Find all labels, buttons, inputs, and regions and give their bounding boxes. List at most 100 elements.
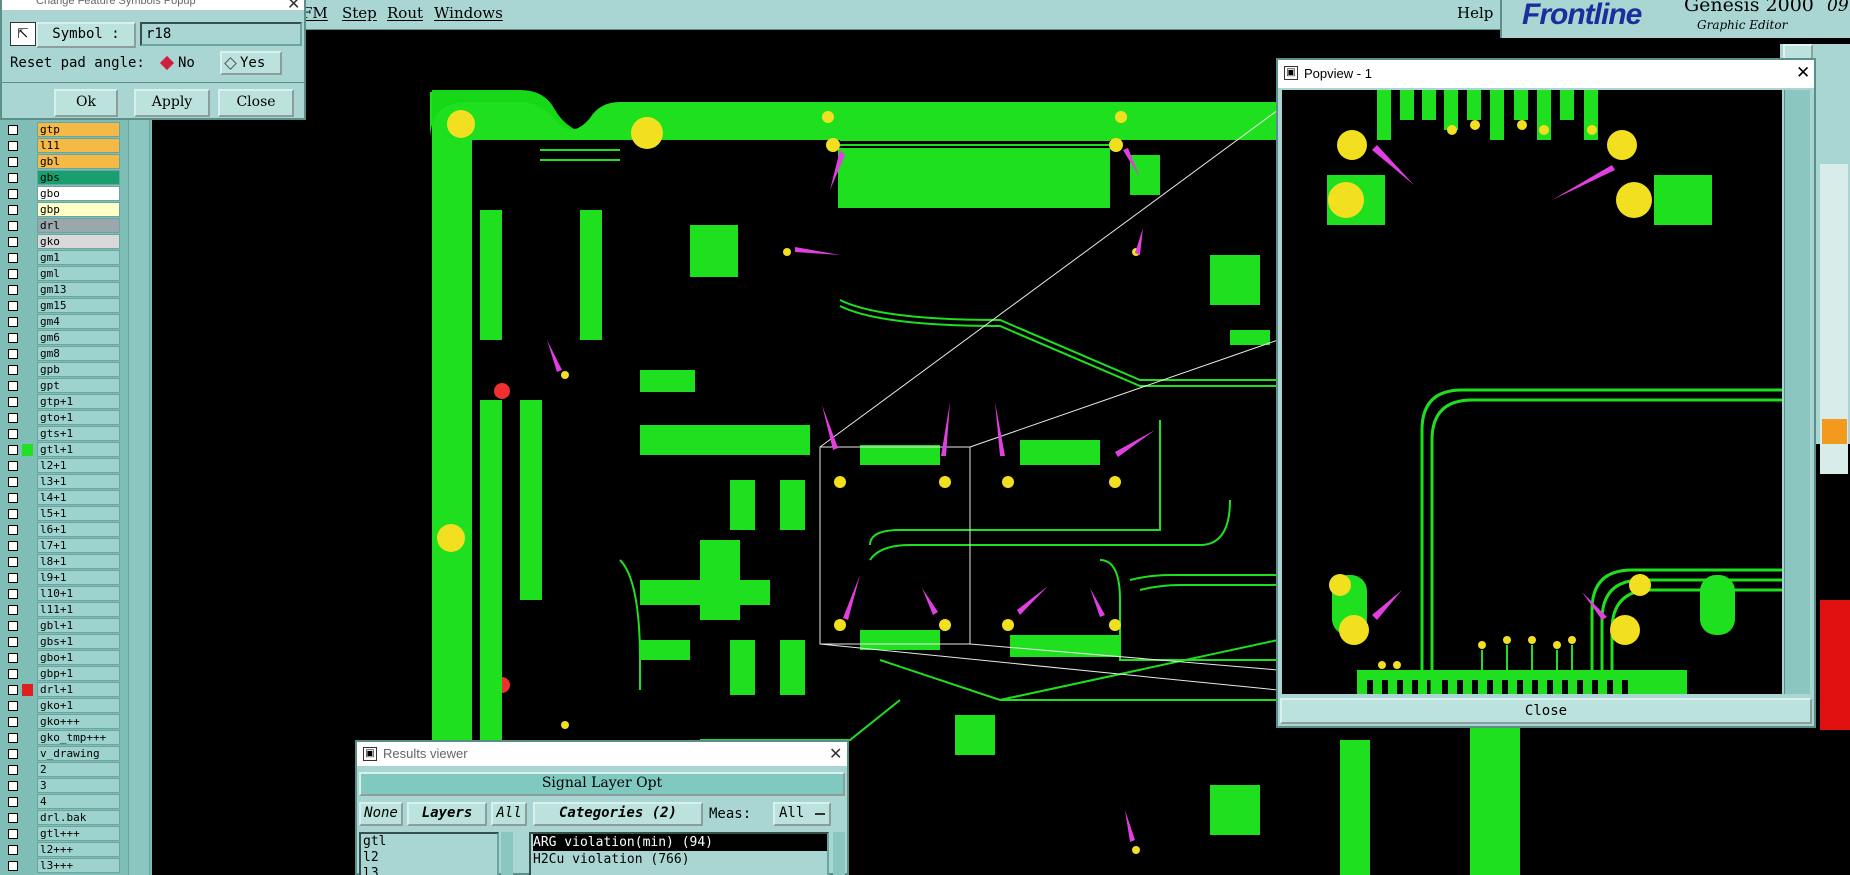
layer-name[interactable]: gm8 <box>37 346 120 361</box>
menu-step[interactable]: Step <box>342 4 377 22</box>
layer-row[interactable]: l6+1 <box>0 522 120 537</box>
layer-checkbox[interactable] <box>8 749 18 759</box>
layer-row[interactable]: gbp <box>0 202 120 217</box>
layer-checkbox[interactable] <box>8 253 18 263</box>
layer-row[interactable]: l3+1 <box>0 474 120 489</box>
layer-name[interactable]: l2+1 <box>37 458 120 473</box>
layer-row[interactable]: gko+++ <box>0 714 120 729</box>
list-item[interactable]: H2Cu violation (766) <box>533 851 827 868</box>
radio-no-selected-icon[interactable] <box>159 55 175 71</box>
layer-row[interactable]: v_drawing <box>0 746 120 761</box>
layer-row[interactable]: gto+1 <box>0 410 120 425</box>
layer-name[interactable]: l11+1 <box>37 602 120 617</box>
layer-name[interactable]: gtl+++ <box>37 826 120 841</box>
layer-checkbox[interactable] <box>8 141 18 151</box>
layer-checkbox[interactable] <box>8 685 18 695</box>
layer-row[interactable]: gml <box>0 266 120 281</box>
layer-name[interactable]: gm13 <box>37 282 120 297</box>
list-item[interactable]: l2 <box>363 850 497 866</box>
layer-name[interactable]: gbs+1 <box>37 634 120 649</box>
layer-name[interactable]: l2+++ <box>37 842 120 857</box>
layer-checkbox[interactable] <box>8 861 18 871</box>
layer-row[interactable]: gtp <box>0 122 120 137</box>
layer-checkbox[interactable] <box>8 845 18 855</box>
layer-name[interactable]: l3+1 <box>37 474 120 489</box>
symbol-browse-icon[interactable]: ⇱ <box>10 22 36 46</box>
layer-checkbox[interactable] <box>8 269 18 279</box>
layer-panel-scrollbar[interactable] <box>128 120 150 875</box>
symbol-input[interactable]: r18 <box>140 22 302 46</box>
layer-row[interactable]: gko+1 <box>0 698 120 713</box>
layer-checkbox[interactable] <box>8 717 18 727</box>
layer-row[interactable]: gtl+++ <box>0 826 120 841</box>
orange-tool-icon[interactable] <box>1822 419 1847 444</box>
layer-checkbox[interactable] <box>8 429 18 439</box>
layer-name[interactable]: l11 <box>37 138 120 153</box>
layer-row[interactable]: l9+1 <box>0 570 120 585</box>
layer-checkbox[interactable] <box>8 557 18 567</box>
layer-checkbox[interactable] <box>8 573 18 583</box>
layer-row[interactable]: l11 <box>0 138 120 153</box>
layer-name[interactable]: gbo+1 <box>37 650 120 665</box>
list-item-selected[interactable]: ARG violation(min) (94) <box>533 834 827 851</box>
apply-button[interactable]: Apply <box>134 89 210 117</box>
layer-name[interactable]: gbp <box>37 202 120 217</box>
layer-row[interactable]: gko_tmp+++ <box>0 730 120 745</box>
layer-checkbox[interactable] <box>8 445 18 455</box>
layers-button[interactable]: Layers <box>407 802 487 826</box>
signal-layer-opt-header[interactable]: Signal Layer Opt <box>359 772 845 796</box>
layer-row[interactable]: l5+1 <box>0 506 120 521</box>
popview-canvas[interactable] <box>1282 90 1782 694</box>
layer-checkbox[interactable] <box>8 301 18 311</box>
layer-name[interactable]: gtp+1 <box>37 394 120 409</box>
layer-checkbox[interactable] <box>8 797 18 807</box>
layer-checkbox[interactable] <box>8 381 18 391</box>
layer-row[interactable]: gtl+1 <box>0 442 120 457</box>
close-icon[interactable]: ✕ <box>1796 63 1810 83</box>
layer-checkbox[interactable] <box>8 669 18 679</box>
layer-checkbox[interactable] <box>8 765 18 775</box>
close-icon[interactable]: ✕ <box>287 0 300 13</box>
layer-checkbox[interactable] <box>8 605 18 615</box>
layer-name[interactable]: drl.bak <box>37 810 120 825</box>
layer-checkbox[interactable] <box>8 813 18 823</box>
layer-row[interactable]: gbs+1 <box>0 634 120 649</box>
layer-name[interactable]: l10+1 <box>37 586 120 601</box>
layer-name[interactable]: gko+++ <box>37 714 120 729</box>
layer-checkbox[interactable] <box>8 365 18 375</box>
layer-name[interactable]: gm15 <box>37 298 120 313</box>
layer-row[interactable]: l2+++ <box>0 842 120 857</box>
layer-name[interactable]: gbl+1 <box>37 618 120 633</box>
layer-name[interactable]: l4+1 <box>37 490 120 505</box>
layer-row[interactable]: gm1 <box>0 250 120 265</box>
layer-row[interactable]: gbs <box>0 170 120 185</box>
layer-name[interactable]: l3+++ <box>37 858 120 873</box>
layer-name[interactable]: l5+1 <box>37 506 120 521</box>
close-button[interactable]: Close <box>218 89 294 117</box>
layer-row[interactable]: 4 <box>0 794 120 809</box>
layer-name[interactable]: l9+1 <box>37 570 120 585</box>
layer-checkbox[interactable] <box>8 637 18 647</box>
layer-name[interactable]: gm1 <box>37 250 120 265</box>
layer-checkbox[interactable] <box>8 589 18 599</box>
layer-checkbox[interactable] <box>8 173 18 183</box>
layer-checkbox[interactable] <box>8 653 18 663</box>
layer-row[interactable]: drl+1 <box>0 682 120 697</box>
layer-checkbox[interactable] <box>8 205 18 215</box>
popview-close-button[interactable]: Close <box>1280 698 1812 724</box>
layer-checkbox[interactable] <box>8 541 18 551</box>
layer-checkbox[interactable] <box>8 221 18 231</box>
category-results-list[interactable]: ARG violation(min) (94) H2Cu violation (… <box>529 832 829 875</box>
layer-row[interactable]: 2 <box>0 762 120 777</box>
layer-name[interactable]: gm6 <box>37 330 120 345</box>
layer-checkbox[interactable] <box>8 477 18 487</box>
layer-row[interactable]: gbl+1 <box>0 618 120 633</box>
list-item[interactable]: l3 <box>363 866 497 875</box>
layer-name[interactable]: gto+1 <box>37 410 120 425</box>
layer-row[interactable]: l2+1 <box>0 458 120 473</box>
layer-row[interactable]: gko <box>0 234 120 249</box>
menu-rout[interactable]: Rout <box>387 4 423 22</box>
layer-row[interactable]: gtp+1 <box>0 394 120 409</box>
layer-name[interactable]: gbs <box>37 170 120 185</box>
layer-row[interactable]: l10+1 <box>0 586 120 601</box>
